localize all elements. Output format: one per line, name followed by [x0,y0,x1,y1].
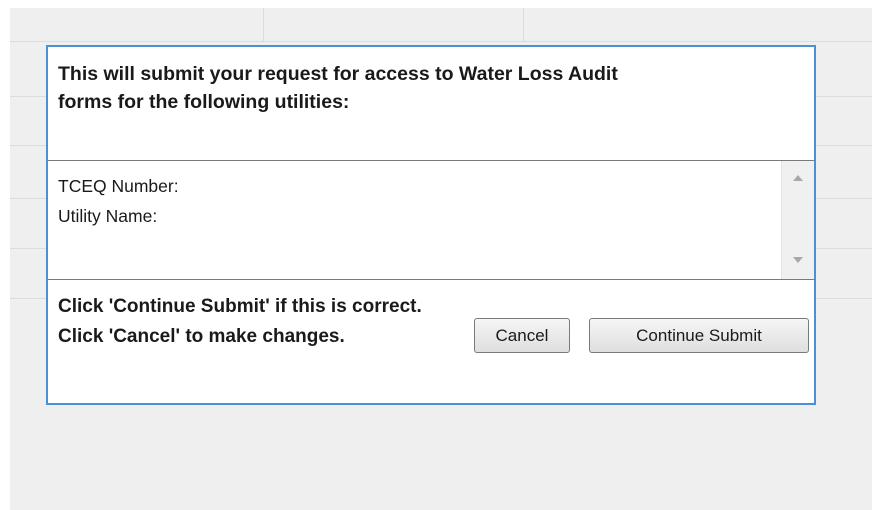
grid-row-line [10,41,872,42]
list-scrollbar[interactable] [781,161,814,279]
utility-name-label: Utility Name: [58,206,158,226]
cancel-button[interactable]: Cancel [474,318,570,353]
utilities-list-box[interactable]: TCEQ Number: Utility Name: [48,161,814,280]
tceq-number-label: TCEQ Number: [58,176,179,196]
scroll-down-arrow-icon[interactable] [793,257,803,263]
dialog-message-line-1: This will submit your request for access… [58,63,618,85]
grid-divider [263,8,264,41]
dialog-header: This will submit your request for access… [48,47,814,161]
page: This will submit your request for access… [0,0,872,510]
grid-divider [523,8,524,41]
scroll-up-arrow-icon[interactable] [793,175,803,181]
utilities-list-content: TCEQ Number: Utility Name: [58,171,179,231]
dialog-message-line-2: forms for the following utilities: [58,91,350,113]
continue-submit-button[interactable]: Continue Submit [589,318,809,353]
